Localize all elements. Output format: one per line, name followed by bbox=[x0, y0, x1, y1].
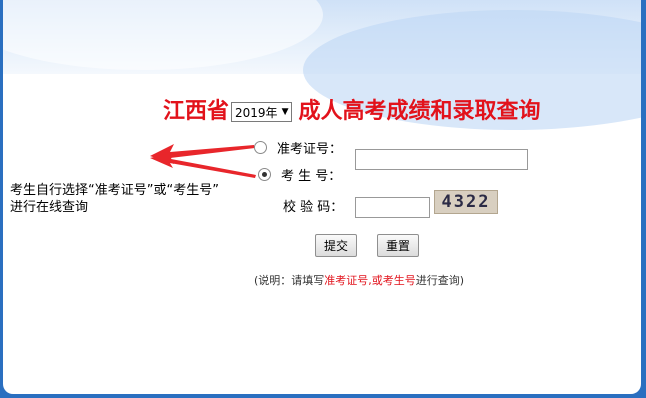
id-number-input[interactable] bbox=[355, 149, 528, 170]
annotation-line-2: 进行在线查询 bbox=[10, 200, 89, 215]
captcha-row: 校 验 码： bbox=[283, 196, 343, 215]
captcha-image[interactable]: 4322 bbox=[434, 190, 498, 214]
page-title: 江西省 2019年 ▼ 成人高考成绩和录取查询 bbox=[163, 94, 541, 124]
reset-button[interactable]: 重置 bbox=[377, 234, 419, 257]
annotation-text: 考生自行选择“准考证号”或“考生号” 进行在线查询 bbox=[10, 182, 280, 216]
arrows-annotation bbox=[150, 144, 256, 178]
captcha-input[interactable] bbox=[355, 197, 430, 218]
submit-button[interactable]: 提交 bbox=[315, 234, 357, 257]
year-select-value: 2019年 bbox=[235, 105, 278, 120]
arrow-to-student-no bbox=[150, 152, 256, 178]
chevron-down-icon: ▼ bbox=[281, 107, 289, 117]
exam-cert-radio[interactable] bbox=[254, 141, 267, 154]
captcha-text: 4322 bbox=[441, 192, 491, 212]
exam-cert-option[interactable]: 准考证号： bbox=[254, 138, 342, 157]
note-suffix: 进行查询) bbox=[415, 274, 465, 287]
instruction-note: (说明：请填写准考证号,或考生号进行查询) bbox=[254, 272, 464, 288]
note-prefix: (说明：请填写 bbox=[254, 274, 325, 287]
title-prefix: 江西省 bbox=[163, 99, 230, 124]
note-highlight: 准考证号,或考生号 bbox=[324, 274, 416, 287]
header-banner bbox=[3, 0, 641, 130]
student-no-option[interactable]: 考 生 号： bbox=[258, 165, 341, 184]
title-suffix: 成人高考成绩和录取查询 bbox=[298, 99, 541, 124]
annotation-line-1: 考生自行选择“准考证号”或“考生号” bbox=[10, 183, 219, 198]
year-select[interactable]: 2019年 ▼ bbox=[231, 102, 293, 122]
captcha-label: 校 验 码： bbox=[283, 200, 344, 215]
student-no-label: 考 生 号： bbox=[281, 169, 342, 184]
student-no-radio[interactable] bbox=[258, 168, 271, 181]
exam-cert-label: 准考证号： bbox=[277, 142, 343, 157]
